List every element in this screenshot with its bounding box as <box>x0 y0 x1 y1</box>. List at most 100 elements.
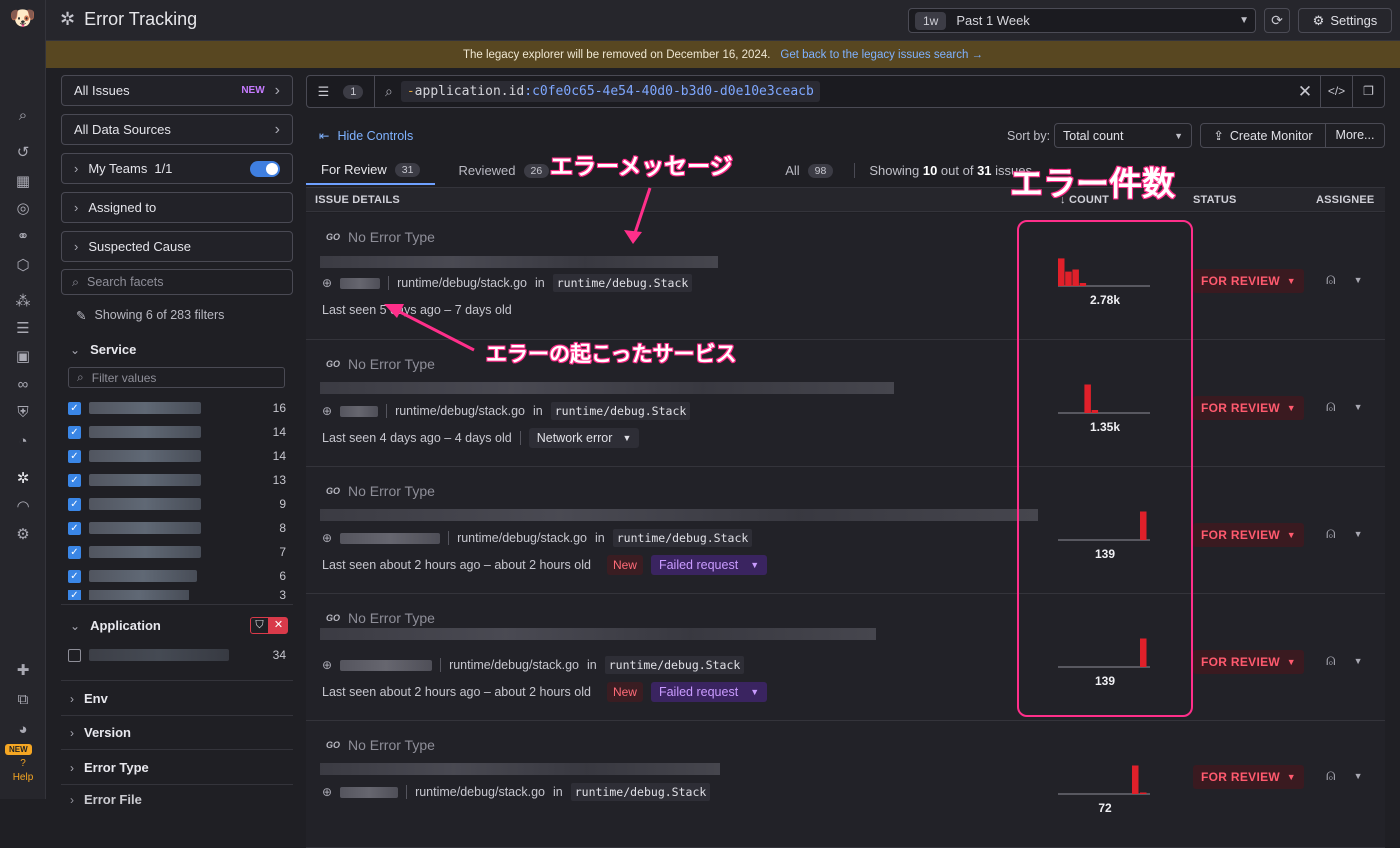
all-issues-button[interactable]: All Issues NEW › <box>61 75 293 106</box>
target-icon[interactable]: ◎ <box>11 198 35 220</box>
security-icon[interactable]: ⛨ <box>11 402 35 424</box>
status-dropdown[interactable]: FOR REVIEW ▼ <box>1193 650 1304 674</box>
issue-row[interactable]: GO No Error Type ⊕ runtime/debug/stack.go in… <box>306 594 1385 721</box>
service-value-row[interactable]: ✓ 14 <box>68 446 286 466</box>
search-icon[interactable]: ⌕ <box>11 105 35 127</box>
hide-controls-button[interactable]: ⇤ Hide Controls <box>319 128 413 144</box>
assignee-selector[interactable]: ⍝ ▼ <box>1326 767 1363 785</box>
issue-title[interactable]: GO No Error Type <box>326 610 435 626</box>
checkbox[interactable]: ✓ <box>68 425 81 439</box>
assignee-selector[interactable]: ⍝ ▼ <box>1326 525 1363 543</box>
service-value-row[interactable]: ✓ 6 <box>68 566 286 586</box>
tab-for-review[interactable]: For Review 31 <box>306 156 436 185</box>
checkbox[interactable]: ✓ <box>68 521 81 535</box>
service-value-row[interactable]: ✓ 8 <box>68 518 286 538</box>
checkbox[interactable]: ✓ <box>68 449 81 463</box>
query-token[interactable]: -application.id:c0fe0c65-4e54-40d0-b3d0-… <box>400 81 820 102</box>
service-value-row[interactable]: ✓ 14 <box>68 422 286 442</box>
showing-filters[interactable]: ✎ Showing 6 of 283 filters <box>76 308 224 323</box>
filter-toggle-button[interactable]: ☰ 1 <box>307 76 375 107</box>
all-data-sources-button[interactable]: All Data Sources › <box>61 114 293 145</box>
dashboard-icon[interactable]: ▦ <box>11 171 35 193</box>
team-icon[interactable]: ⧉ <box>11 689 35 711</box>
env-facet-header[interactable]: › Env <box>70 691 108 706</box>
assignee-selector[interactable]: ⍝ ▼ <box>1326 271 1363 289</box>
error-type-facet-header[interactable]: › Error Type <box>70 760 149 775</box>
service-filter-input[interactable]: ⌕ Filter values <box>68 367 285 388</box>
history-icon[interactable]: ↺ <box>11 142 35 164</box>
service-value-row[interactable]: ✓ 9 <box>68 494 286 514</box>
status-dropdown[interactable]: FOR REVIEW ▼ <box>1193 765 1304 789</box>
more-button[interactable]: More... <box>1325 123 1385 148</box>
suspected-cause-tag[interactable]: Network error ▼ <box>528 428 640 448</box>
col-issue-details[interactable]: ISSUE DETAILS <box>315 194 400 206</box>
service-facet-header[interactable]: ⌄ Service <box>70 342 136 357</box>
filter-icon[interactable]: ⛉ <box>250 617 269 634</box>
suspected-cause-tag[interactable]: Failed request ▼ <box>650 555 768 575</box>
status-dropdown[interactable]: FOR REVIEW ▼ <box>1193 523 1304 547</box>
application-value-row[interactable]: 34 <box>68 645 286 665</box>
tab-reviewed[interactable]: Reviewed 26 <box>443 156 564 185</box>
apm-icon[interactable]: ◔ <box>11 431 35 453</box>
status-dropdown[interactable]: FOR REVIEW ▼ <box>1193 396 1304 420</box>
issue-row[interactable]: GO No Error Type ⊕ runtime/debug/stack.go in… <box>306 340 1385 467</box>
code-view-icon[interactable]: </> <box>1320 76 1352 107</box>
col-status[interactable]: STATUS <box>1193 194 1237 206</box>
tab-all[interactable]: All 98 <box>770 156 848 185</box>
issue-row[interactable]: GO No Error Type ⊕ runtime/debug/stack.go in… <box>306 213 1385 340</box>
copy-icon[interactable]: ❐ <box>1352 76 1384 107</box>
checkbox[interactable] <box>68 648 81 662</box>
checkbox[interactable]: ✓ <box>68 497 81 511</box>
error-file-facet-header[interactable]: › Error File <box>70 792 142 807</box>
facet-search-input[interactable]: ⌕ Search facets <box>61 269 293 295</box>
issue-row[interactable]: GO No Error Type ⊕ runtime/debug/stack.go in… <box>306 467 1385 594</box>
my-teams-toggle[interactable] <box>250 160 280 177</box>
service-value-row[interactable]: ✓ 7 <box>68 542 286 562</box>
avatar[interactable]: ◕ <box>11 719 35 741</box>
checkbox[interactable]: ✓ <box>68 590 81 600</box>
issue-title[interactable]: GO No Error Type <box>326 737 435 753</box>
legacy-search-link[interactable]: Get back to the legacy issues search → <box>780 49 983 61</box>
service-icon[interactable]: ⁂ <box>11 291 35 313</box>
service-value-row[interactable]: ✓ 13 <box>68 470 286 490</box>
clear-query-icon[interactable]: ✕ <box>1290 82 1320 102</box>
binoculars-icon[interactable]: ⚭ <box>11 226 35 248</box>
create-monitor-button[interactable]: ⇪ Create Monitor <box>1200 123 1326 148</box>
issue-row[interactable]: GO No Error Type ⊕ runtime/debug/stack.go in… <box>306 721 1385 848</box>
my-teams-filter[interactable]: › My Teams 1/1 <box>61 153 293 184</box>
assignee-selector[interactable]: ⍝ ▼ <box>1326 398 1363 416</box>
suspected-cause-filter[interactable]: › Suspected Cause <box>61 231 293 262</box>
gauge-icon[interactable]: ◠ <box>11 496 35 518</box>
checkbox[interactable]: ✓ <box>68 401 81 415</box>
suspected-cause-tag[interactable]: Failed request ▼ <box>650 682 768 702</box>
issue-title[interactable]: GO No Error Type <box>326 483 435 499</box>
checkbox[interactable]: ✓ <box>68 545 81 559</box>
version-facet-header[interactable]: › Version <box>70 725 131 740</box>
issue-title[interactable]: GO No Error Type <box>326 356 435 372</box>
settings-button[interactable]: ⚙ Settings <box>1298 8 1392 33</box>
link-icon[interactable]: ∞ <box>11 374 35 396</box>
checkbox[interactable]: ✓ <box>68 569 81 583</box>
integrations-icon[interactable]: ✚ <box>11 660 35 682</box>
status-dropdown[interactable]: FOR REVIEW ▼ <box>1193 269 1304 293</box>
close-icon[interactable]: ✕ <box>269 617 288 634</box>
assigned-to-filter[interactable]: › Assigned to <box>61 192 293 223</box>
service-value-row[interactable]: ✓ 3 <box>68 590 286 600</box>
bug-icon[interactable]: ✲ <box>11 468 35 490</box>
logs-icon[interactable]: ☰ <box>11 318 35 340</box>
issue-title[interactable]: GO No Error Type <box>326 229 435 245</box>
application-facet-header[interactable]: ⌄ Application <box>70 618 161 633</box>
time-range-selector[interactable]: 1w Past 1 Week ▼ <box>908 8 1256 33</box>
sort-select[interactable]: Total count ▼ <box>1054 123 1192 148</box>
infra-icon[interactable]: ▣ <box>11 346 35 368</box>
refresh-button[interactable]: ⟳ <box>1264 8 1290 33</box>
assignee-selector[interactable]: ⍝ ▼ <box>1326 652 1363 670</box>
datadog-logo[interactable]: 🐶 <box>9 5 37 33</box>
checkbox[interactable]: ✓ <box>68 473 81 487</box>
col-assignee[interactable]: ASSIGNEE <box>1316 194 1374 206</box>
cube-icon[interactable]: ⬡ <box>11 255 35 277</box>
query-bar[interactable]: ☰ 1 ⌕ -application.id:c0fe0c65-4e54-40d0… <box>306 75 1385 108</box>
synthetic-icon[interactable]: ⚙ <box>11 524 35 546</box>
help-link[interactable]: ? Help <box>6 757 40 785</box>
service-value-row[interactable]: ✓ 16 <box>68 398 286 418</box>
